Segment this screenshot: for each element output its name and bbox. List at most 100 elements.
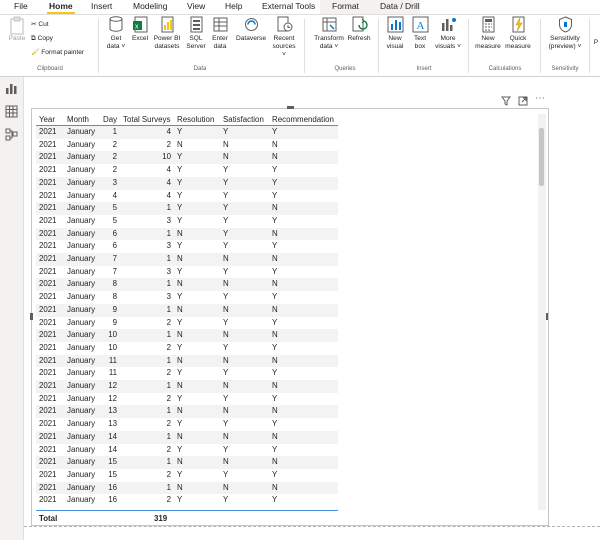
table-cell: Y (223, 292, 229, 302)
table-row[interactable]: 2021 January 3 4 Y Y Y (36, 176, 339, 190)
text-box-button[interactable]: A Text box (410, 16, 430, 51)
table-row[interactable]: 2021 January 15 1 N N N (36, 456, 339, 469)
table-row[interactable]: 2021 January 13 2 Y Y Y (36, 418, 338, 431)
column-header-satisfaction[interactable]: Satisfaction (220, 113, 270, 126)
recent-sources-button[interactable]: Recent sources ˅ (270, 16, 298, 59)
table-row[interactable]: 2021 January 14 2 Y Y Y (36, 444, 338, 457)
column-header-year[interactable]: Year (36, 113, 64, 126)
sql-server-button[interactable]: SQL Server (186, 16, 206, 51)
menu-external-tools[interactable]: External Tools (262, 1, 315, 11)
transform-data-button[interactable]: Transform data ˅ (312, 16, 346, 51)
table-cell: Y (223, 165, 229, 175)
table-row[interactable]: 2021 January 7 1 N N N (36, 253, 339, 266)
table-cell: 1 (120, 202, 175, 215)
table-row[interactable]: 2021 January 4 4 Y Y Y (36, 190, 338, 203)
table-cell: 2021 (39, 495, 57, 505)
table-cell: 2021 (39, 368, 57, 378)
table-cell: 7 (100, 253, 121, 266)
table-row[interactable]: 2021 January 6 1 N Y N (36, 227, 339, 241)
table-row[interactable]: 2021 January 2 4 Y Y Y (36, 164, 338, 177)
table-cell: January (64, 253, 100, 266)
table-row[interactable]: 2021 January 8 1 N N N (36, 278, 339, 292)
table-cell: January (67, 393, 96, 403)
table-row[interactable]: 2021 January 16 1 N N N (36, 481, 339, 495)
table-cell: 1 (120, 303, 175, 317)
table-cell: Y (272, 469, 278, 479)
table-cell: 2021 (39, 292, 57, 302)
data-view-icon[interactable] (5, 105, 18, 118)
refresh-button[interactable]: Refresh (346, 16, 372, 43)
table-cell: January (67, 292, 96, 302)
table-cell: 3 (166, 215, 172, 225)
table-row[interactable]: 2021 January 5 1 Y Y N (36, 202, 339, 215)
menu-view[interactable]: View (187, 1, 205, 11)
table-row[interactable]: 2021 January 8 3 Y Y Y (36, 291, 338, 304)
more-visuals-button[interactable]: More visuals ˅ (433, 16, 463, 51)
table-row[interactable]: 2021 January 9 2 Y Y Y (36, 317, 338, 330)
cut-button[interactable]: ✂ Cut (31, 21, 49, 29)
menu-help[interactable]: Help (225, 1, 242, 11)
scrollbar-thumb[interactable] (539, 128, 544, 186)
sensitivity-button[interactable]: Sensitivity (preview) ˅ (545, 16, 585, 51)
get-data-button[interactable]: Get data ˅ (103, 16, 129, 51)
table-row[interactable]: 2021 January 11 2 Y Y Y (36, 367, 338, 380)
table-row[interactable]: 2021 January 9 1 N N N (36, 303, 339, 317)
menu-format[interactable]: Format (332, 1, 359, 11)
table-cell: N (269, 303, 339, 317)
model-view-icon[interactable] (5, 128, 18, 141)
table-cell: 10 (108, 342, 118, 352)
table-row[interactable]: 2021 January 12 1 N N N (36, 380, 339, 393)
new-measure-button[interactable]: New measure (475, 16, 501, 51)
publish-button[interactable]: P (592, 39, 600, 47)
table-cell: January (67, 165, 96, 175)
table-cell: Y (177, 317, 183, 327)
table-row[interactable]: 2021 January 10 2 Y Y Y (36, 342, 338, 355)
column-header-resolution[interactable]: Resolution (174, 113, 221, 126)
dataverse-button[interactable]: Dataverse (234, 16, 268, 43)
table-row[interactable]: 2021 January 2 10 Y N N (36, 151, 339, 165)
table-row[interactable]: 2021 January 16 2 Y Y Y (36, 494, 338, 507)
table-row[interactable]: 2021 January 5 3 Y Y Y (36, 215, 338, 228)
menu-data-drill[interactable]: Data / Drill (380, 1, 420, 11)
copy-button[interactable]: ⧉ Copy (31, 35, 53, 43)
table-row[interactable]: 2021 January 13 1 N N N (36, 405, 339, 419)
quick-measure-button[interactable]: Quick measure (504, 16, 532, 51)
table-row[interactable]: 2021 January 2 2 N N N (36, 139, 338, 152)
table-row[interactable]: 2021 January 12 2 Y Y Y (36, 393, 338, 406)
menu-modeling[interactable]: Modeling (133, 1, 168, 11)
table-cell: 2021 (39, 241, 57, 251)
menu-file[interactable]: File (14, 1, 28, 11)
column-header-recommendation[interactable]: Recommendation (269, 113, 339, 126)
resize-handle-left[interactable] (30, 313, 33, 320)
table-row[interactable]: 2021 January 11 1 N N N (36, 354, 339, 368)
dataset-icon (159, 16, 176, 33)
power-bi-datasets-button[interactable]: Power BI datasets (152, 16, 182, 51)
table-cell: Y (177, 266, 183, 276)
table-row[interactable]: 2021 January 6 3 Y Y Y (36, 240, 338, 253)
sql-server-icon (188, 16, 205, 33)
table-cell: 2021 (36, 253, 64, 266)
table-row[interactable]: 2021 January 15 2 Y Y Y (36, 469, 338, 482)
table-row[interactable]: 2021 January 14 1 N N N (36, 430, 339, 444)
table-cell: Y (223, 419, 229, 429)
new-visual-button[interactable]: New visual (384, 16, 406, 51)
paste-button[interactable]: Paste (6, 16, 28, 43)
table-cell: Y (174, 151, 221, 165)
table-row[interactable]: 2021 January 10 1 N N N (36, 329, 339, 342)
report-view-icon[interactable] (5, 82, 18, 95)
column-header-total-surveys[interactable]: Total Surveys (120, 113, 175, 126)
table-row[interactable]: 2021 January 7 3 Y Y Y (36, 266, 338, 279)
menu-insert[interactable]: Insert (91, 1, 112, 11)
column-header-day[interactable]: Day (100, 113, 121, 126)
table-cell: 2021 (39, 469, 57, 479)
column-header-month[interactable]: Month (64, 113, 100, 126)
resize-handle-top[interactable] (287, 106, 294, 109)
menu-home[interactable]: Home (47, 1, 75, 14)
excel-button[interactable]: x Excel (130, 16, 150, 43)
enter-data-button[interactable]: Enter data (210, 16, 230, 51)
format-painter-button[interactable]: 🖌 Format painter (31, 49, 84, 57)
clock-icon (276, 16, 293, 33)
more-options-icon[interactable]: ⋯ (535, 93, 545, 104)
table-cell: Y (177, 190, 183, 200)
table-row[interactable]: 2021 January 1 4 Y Y Y (36, 125, 339, 139)
